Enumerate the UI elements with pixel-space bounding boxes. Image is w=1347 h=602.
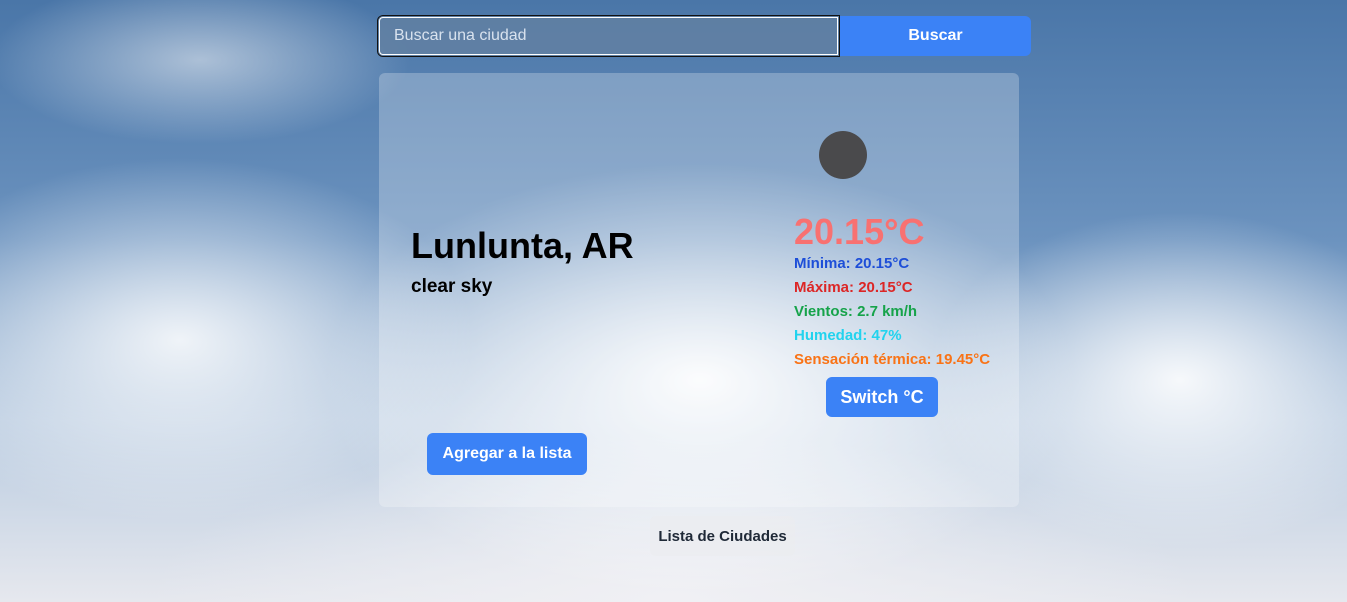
wind-speed: Vientos: 2.7 km/h xyxy=(794,303,918,320)
feels-like: Sensación térmica: 19.45°C xyxy=(794,351,991,368)
temperature: 20.15°C xyxy=(794,211,925,252)
humidity: Humedad: 47% xyxy=(794,327,902,344)
weather-condition-icon xyxy=(819,131,867,179)
search-bar: Buscar xyxy=(377,15,1031,57)
min-temperature: Mínima: 20.15°C xyxy=(794,255,910,272)
search-input[interactable] xyxy=(377,15,840,57)
switch-unit-button[interactable]: Switch °C xyxy=(826,377,938,417)
city-list-button[interactable]: Lista de Ciudades xyxy=(650,516,795,556)
search-button[interactable]: Buscar xyxy=(840,16,1031,56)
add-to-list-button[interactable]: Agregar a la lista xyxy=(427,433,587,475)
weather-card: Lunlunta, AR clear sky Agregar a la list… xyxy=(379,73,1019,507)
city-name: Lunlunta, AR xyxy=(411,225,634,266)
weather-app: { "search": { "placeholder": "Buscar una… xyxy=(0,0,1347,602)
weather-description: clear sky xyxy=(411,276,493,297)
weather-stats: Mínima: 20.15°C Máxima: 20.15°C Vientos:… xyxy=(794,252,990,372)
max-temperature: Máxima: 20.15°C xyxy=(794,279,913,296)
